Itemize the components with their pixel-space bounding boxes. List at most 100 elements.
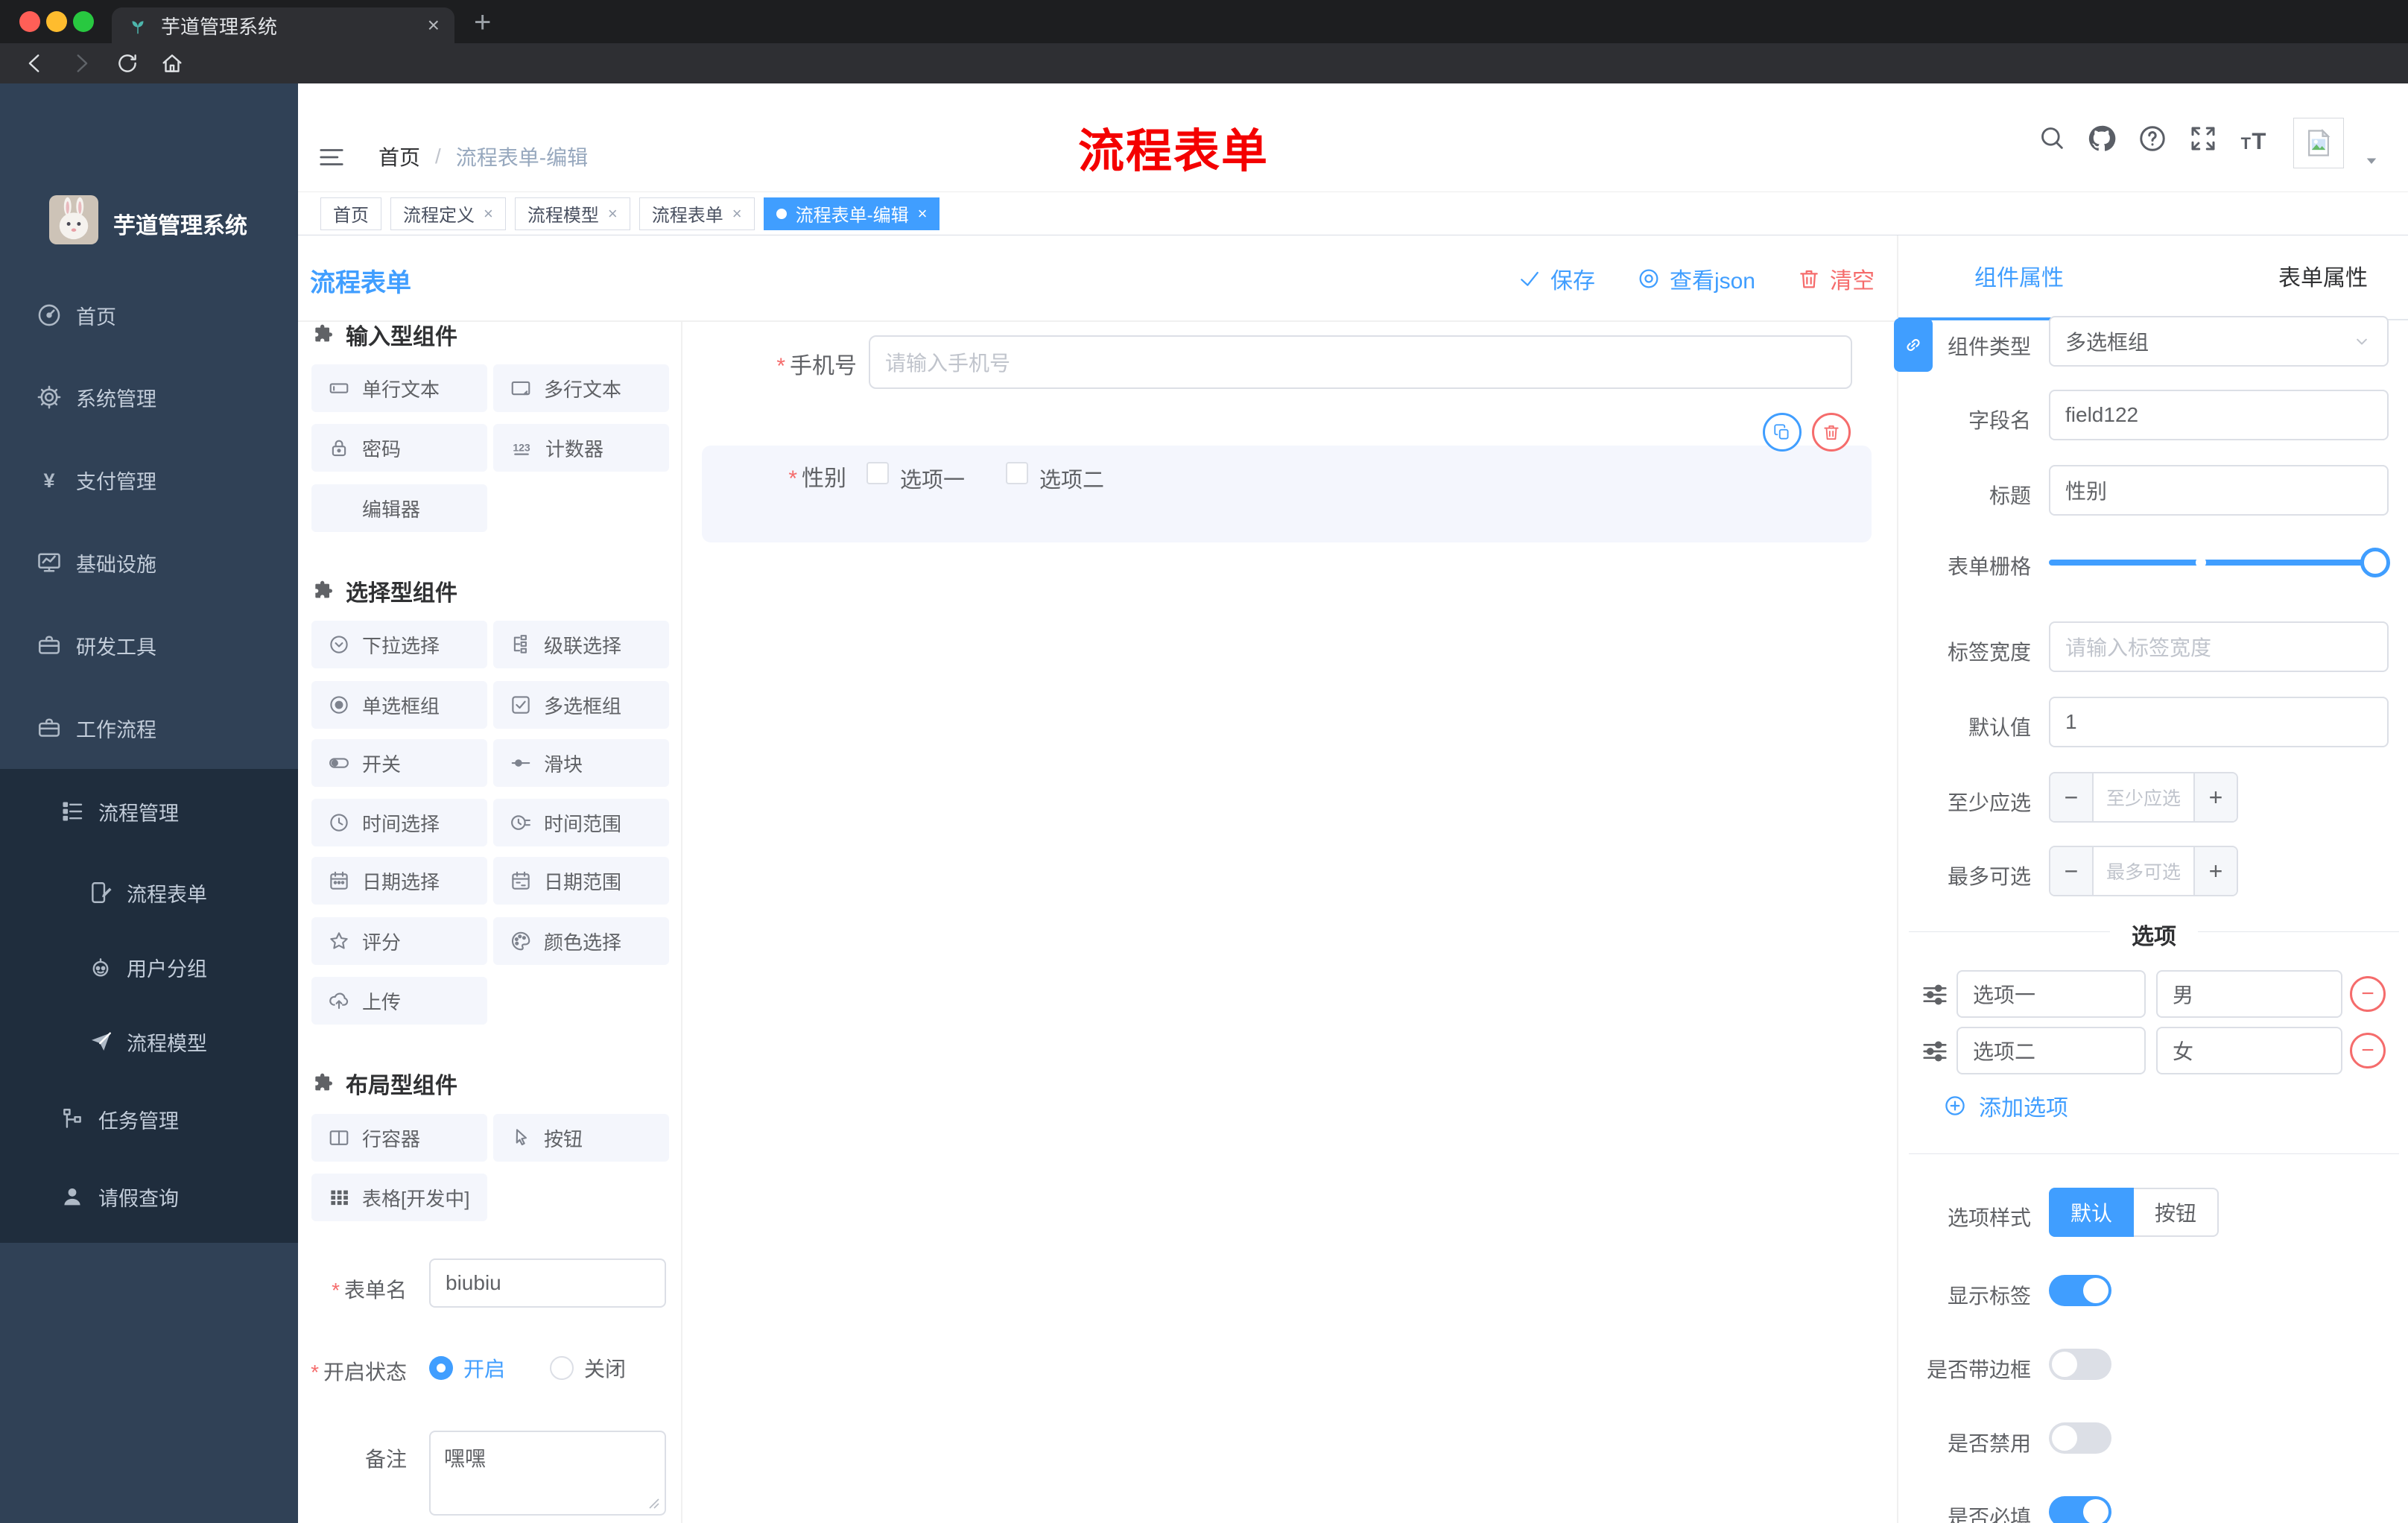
component-rate[interactable]: 评分 [311, 917, 487, 965]
traffic-zoom-button[interactable] [73, 11, 94, 32]
component-time-picker[interactable]: 时间选择 [311, 799, 487, 846]
component-checkbox-group[interactable]: 多选框组 [493, 681, 669, 729]
radio-unselected-icon[interactable] [550, 1356, 574, 1380]
fullscreen-icon[interactable] [2187, 123, 2219, 154]
tag-process-model[interactable]: 流程模型 × [514, 197, 630, 230]
browser-tab[interactable]: 芋道管理系统 × [112, 7, 454, 43]
stepper-minus-button[interactable]: − [2050, 847, 2094, 895]
component-radio-group[interactable]: 单选框组 [311, 681, 487, 729]
max-select-stepper[interactable]: − 最多可选 + [2049, 846, 2238, 896]
copy-component-button[interactable] [1763, 413, 1802, 452]
component-time-range[interactable]: 时间范围 [493, 799, 669, 846]
component-slider[interactable]: 滑块 [493, 739, 669, 787]
drag-handle-icon[interactable] [1921, 1037, 1949, 1066]
checkbox-option2[interactable] [1006, 462, 1028, 484]
component-table[interactable]: 表格[开发中] [311, 1174, 487, 1221]
radio-selected-icon[interactable] [429, 1356, 453, 1380]
sidebar-item-workflow[interactable]: 工作流程 [0, 689, 334, 767]
component-select[interactable]: 下拉选择 [311, 621, 487, 668]
stepper-plus-button[interactable]: + [2193, 773, 2237, 821]
hamburger-icon[interactable] [317, 143, 346, 171]
field-name-input[interactable]: field122 [2049, 390, 2389, 440]
component-date-picker[interactable]: 日期选择 [311, 857, 487, 905]
save-button[interactable]: 保存 [1518, 262, 1595, 295]
max-select-input[interactable]: 最多可选 [2094, 847, 2193, 895]
delete-component-button[interactable] [1812, 413, 1851, 452]
component-password[interactable]: 密码 [311, 424, 487, 472]
traffic-close-button[interactable] [19, 11, 40, 32]
style-button-button[interactable]: 按钮 [2134, 1188, 2219, 1237]
component-editor[interactable]: 编辑器 [311, 484, 487, 532]
show-label-switch[interactable] [2049, 1275, 2111, 1306]
component-row-container[interactable]: 行容器 [311, 1114, 487, 1162]
sidebar-item-devtools[interactable]: 研发工具 [0, 607, 334, 684]
add-option-button[interactable]: 添加选项 [1943, 1089, 2068, 1122]
tab-close-icon[interactable]: × [428, 13, 440, 37]
phone-input[interactable]: 请输入手机号 [869, 335, 1852, 389]
remove-option1-button[interactable]: − [2350, 976, 2386, 1012]
tab-form-props[interactable]: 表单属性 [2256, 259, 2390, 292]
tab-component-props[interactable]: 组件属性 [1945, 259, 2094, 292]
form-name-input[interactable]: biubiu [429, 1258, 666, 1308]
tag-close-icon[interactable]: × [608, 204, 618, 224]
grid-slider-track[interactable] [2049, 560, 2389, 566]
component-single-text[interactable]: 单行文本 [311, 364, 487, 412]
tag-home[interactable]: 首页 [320, 197, 381, 230]
github-icon[interactable] [2086, 123, 2117, 154]
component-switch[interactable]: 开关 [311, 739, 487, 787]
stepper-plus-button[interactable]: + [2193, 847, 2237, 895]
status-radio-off[interactable]: 关闭 [550, 1353, 626, 1383]
style-default-button[interactable]: 默认 [2049, 1188, 2134, 1237]
tag-process-form-edit[interactable]: 流程表单-编辑 × [763, 197, 940, 230]
view-json-button[interactable]: 查看json [1637, 262, 1755, 295]
traffic-minimize-button[interactable] [46, 11, 67, 32]
back-icon[interactable] [22, 51, 48, 76]
sidebar-item-infra[interactable]: 基础设施 [0, 524, 334, 601]
status-radio-on[interactable]: 开启 [429, 1353, 505, 1383]
required-switch[interactable] [2049, 1496, 2111, 1523]
selected-component-block[interactable]: * 性别 选项一 选项二 [702, 446, 1872, 542]
tag-close-icon[interactable]: × [484, 204, 493, 224]
option2-value-input[interactable]: 女 [2156, 1027, 2342, 1074]
component-color-picker[interactable]: 颜色选择 [493, 917, 669, 965]
checkbox-option1[interactable] [866, 462, 889, 484]
drag-handle-icon[interactable] [1921, 981, 1949, 1009]
component-button[interactable]: 按钮 [493, 1114, 669, 1162]
sidebar-item-system[interactable]: 系统管理 [0, 358, 334, 436]
home-icon[interactable] [159, 51, 185, 76]
grid-slider-handle[interactable] [2360, 548, 2390, 577]
option2-label-input[interactable]: 选项二 [1956, 1027, 2146, 1074]
disabled-switch[interactable] [2049, 1422, 2111, 1454]
min-select-input[interactable]: 至少应选 [2094, 773, 2193, 821]
remove-option2-button[interactable]: − [2350, 1033, 2386, 1068]
avatar[interactable] [2293, 118, 2344, 168]
title-input[interactable]: 性别 [2049, 465, 2389, 516]
tag-close-icon[interactable]: × [732, 204, 742, 224]
component-cascader[interactable]: 级联选择 [493, 621, 669, 668]
component-multi-text[interactable]: 多行文本 [493, 364, 669, 412]
clear-button[interactable]: 清空 [1797, 262, 1875, 295]
sidebar-item-home[interactable]: 首页 [0, 276, 334, 354]
stepper-minus-button[interactable]: − [2050, 773, 2094, 821]
option1-value-input[interactable]: 男 [2156, 970, 2342, 1018]
remark-textarea[interactable]: 嘿嘿 [429, 1431, 666, 1516]
component-upload[interactable]: 上传 [311, 977, 487, 1025]
help-icon[interactable] [2137, 123, 2168, 154]
resize-handle-icon[interactable] [647, 1496, 660, 1510]
component-counter[interactable]: 计数器 [493, 424, 669, 472]
label-width-input[interactable]: 请输入标签宽度 [2049, 621, 2389, 672]
search-icon[interactable] [2037, 123, 2067, 153]
new-tab-button[interactable]: + [474, 6, 491, 39]
tag-process-definition[interactable]: 流程定义 × [390, 197, 506, 230]
min-select-stepper[interactable]: − 至少应选 + [2049, 772, 2238, 823]
component-date-range[interactable]: 日期范围 [493, 857, 669, 905]
tag-process-form[interactable]: 流程表单 × [639, 197, 755, 230]
forward-icon[interactable] [69, 51, 94, 76]
tag-close-icon[interactable]: × [918, 204, 928, 224]
avatar-caret-down-icon[interactable] [2360, 149, 2383, 171]
breadcrumb-home[interactable]: 首页 [378, 142, 420, 171]
option1-label-input[interactable]: 选项一 [1956, 970, 2146, 1018]
sidebar-item-payment[interactable]: 支付管理 [0, 441, 334, 519]
component-type-select[interactable]: 多选框组 [2049, 316, 2389, 367]
reload-icon[interactable] [115, 51, 140, 76]
